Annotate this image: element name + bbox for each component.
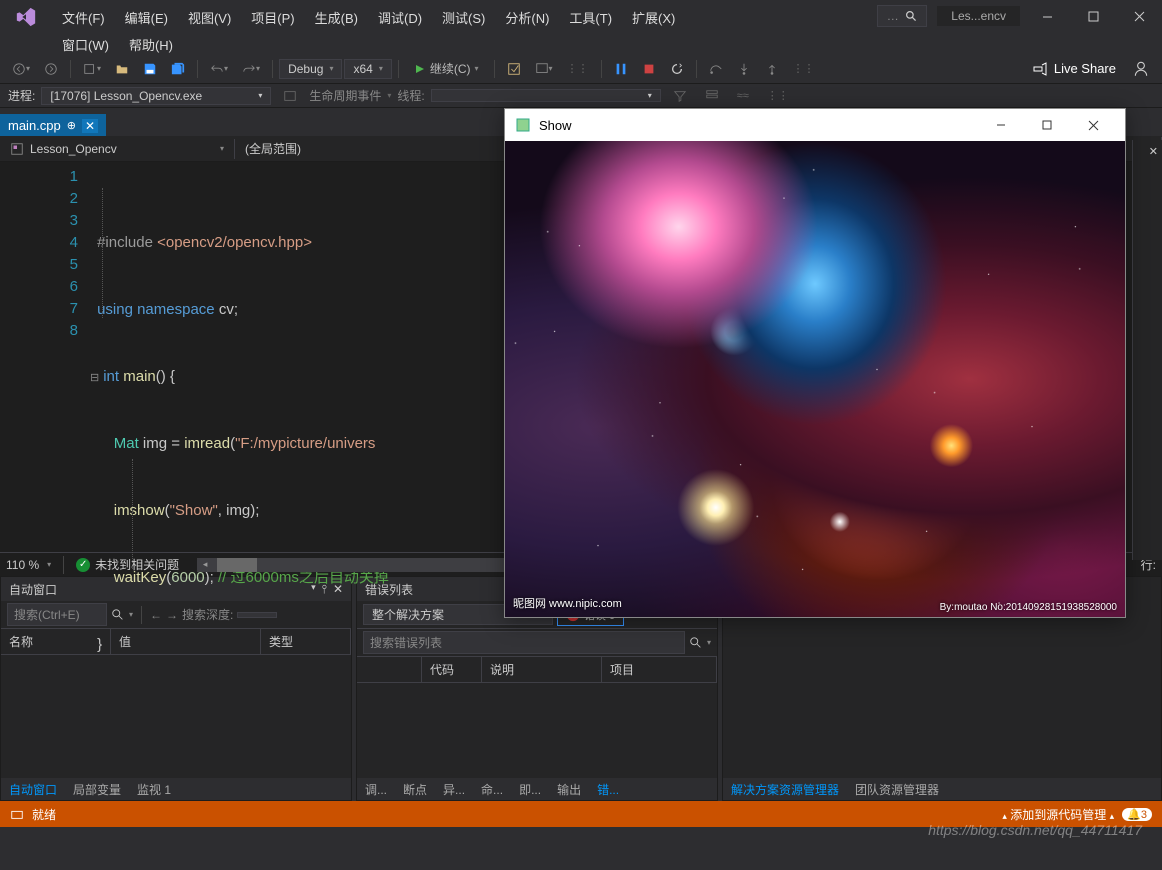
- btab-team-explorer[interactable]: 团队资源管理器: [847, 779, 947, 800]
- auto-panel-title: 自动窗口: [9, 581, 57, 598]
- menu-window[interactable]: 窗口(W): [52, 31, 119, 58]
- tool-icon-b[interactable]: ▾: [529, 59, 559, 79]
- vs-logo-icon: [6, 4, 46, 30]
- project-icon: [10, 142, 24, 156]
- config-dropdown[interactable]: Debug▾: [279, 59, 342, 79]
- process-label: 进程:: [8, 87, 35, 104]
- pause-button[interactable]: [608, 59, 634, 79]
- close-button[interactable]: [1116, 2, 1162, 30]
- btab-watch[interactable]: 监视 1: [129, 779, 179, 800]
- btab-a[interactable]: 调...: [357, 779, 395, 800]
- tool-icon-c[interactable]: ⋮⋮: [561, 59, 595, 78]
- watermark-text: https://blog.csdn.net/qq_44711417: [928, 822, 1142, 838]
- menu-edit[interactable]: 编辑(E): [115, 4, 178, 31]
- btab-d[interactable]: 命...: [473, 779, 511, 800]
- menu-extensions[interactable]: 扩展(X): [622, 4, 685, 31]
- fold-icon[interactable]: ⊟: [90, 372, 103, 384]
- btab-auto[interactable]: 自动窗口: [1, 779, 65, 800]
- right-sidebar[interactable]: [1132, 140, 1162, 560]
- notification-badge[interactable]: 🔔3: [1122, 808, 1152, 821]
- zoom-level[interactable]: 110 %: [6, 558, 39, 572]
- step-into-icon[interactable]: [731, 59, 757, 79]
- menu-tools[interactable]: 工具(T): [559, 4, 622, 31]
- menu-project[interactable]: 项目(P): [241, 4, 304, 31]
- btab-solution-explorer[interactable]: 解决方案资源管理器: [723, 779, 847, 800]
- user-icon[interactable]: [1126, 57, 1156, 81]
- ellipsis-icon: …: [887, 9, 899, 23]
- status-ready: 就绪: [32, 806, 56, 823]
- save-all-icon[interactable]: [165, 59, 191, 79]
- tool-icon-a[interactable]: [501, 59, 527, 79]
- menu-test[interactable]: 测试(S): [432, 4, 495, 31]
- menu-build[interactable]: 生成(B): [305, 4, 368, 31]
- overflow-icon[interactable]: ⋮⋮: [761, 86, 795, 105]
- waves-icon[interactable]: ≈≈: [731, 87, 755, 105]
- lifecycle-label: 生命周期事件: [309, 87, 381, 104]
- nav-fwd-button[interactable]: [38, 59, 64, 79]
- quick-search[interactable]: …: [877, 5, 927, 27]
- window-icon: [515, 117, 531, 133]
- image-caption: By:moutao No:20140928151938528000: [940, 602, 1117, 613]
- save-icon[interactable]: [137, 59, 163, 79]
- redo-icon[interactable]: ▾: [236, 59, 266, 79]
- btab-locals[interactable]: 局部变量: [65, 779, 129, 800]
- continue-button[interactable]: 继续(C)▾: [405, 57, 488, 80]
- maximize-button[interactable]: [1070, 2, 1116, 30]
- image-content: 昵图网 www.nipic.com By:moutao No:201409281…: [505, 141, 1125, 617]
- menu-file[interactable]: 文件(F): [52, 4, 115, 31]
- nav-project-dropdown[interactable]: Lesson_Opencv▾: [0, 139, 235, 159]
- open-icon[interactable]: [109, 59, 135, 79]
- btab-e[interactable]: 即...: [511, 779, 549, 800]
- stop-button[interactable]: [636, 59, 662, 79]
- platform-dropdown[interactable]: x64▾: [344, 59, 391, 79]
- menu-view[interactable]: 视图(V): [178, 4, 241, 31]
- step-out-icon[interactable]: [759, 59, 785, 79]
- lifecycle-icon[interactable]: [277, 86, 303, 106]
- live-share-button[interactable]: Live Share: [1024, 61, 1124, 77]
- menu-debug[interactable]: 调试(D): [368, 4, 432, 31]
- line-gutter: 1 2 3 4 5 6 7 8: [0, 162, 90, 552]
- stack-icon[interactable]: [699, 86, 725, 106]
- zoom-arrow-icon[interactable]: ▾: [47, 560, 51, 569]
- tab-close-icon[interactable]: ✕: [82, 119, 98, 133]
- title-project-tab: Les...encv: [937, 6, 1020, 26]
- menu-help[interactable]: 帮助(H): [119, 31, 183, 58]
- popup-close-button[interactable]: [1071, 111, 1115, 139]
- thread-dropdown[interactable]: ▾: [431, 89, 661, 102]
- btab-f[interactable]: 输出: [549, 779, 589, 800]
- document-tab[interactable]: main.cpp ⊕ ✕: [0, 114, 106, 136]
- step-over-icon[interactable]: [703, 59, 729, 79]
- filter-icon[interactable]: [667, 86, 693, 106]
- thread-label: 线程:: [397, 87, 424, 104]
- image-source-logo: 昵图网 www.nipic.com: [513, 595, 622, 611]
- popup-title: Show: [539, 118, 572, 133]
- minimize-button[interactable]: [1024, 2, 1070, 30]
- status-icon: [10, 807, 24, 821]
- restart-button[interactable]: [664, 59, 690, 79]
- btab-g[interactable]: 错...: [589, 779, 627, 800]
- menu-analyze[interactable]: 分析(N): [495, 4, 559, 31]
- pin-icon[interactable]: ⊕: [67, 119, 76, 132]
- show-window[interactable]: Show 昵图网 www.nipic.com By:moutao No:2014…: [504, 108, 1126, 618]
- popup-minimize-button[interactable]: [979, 111, 1023, 139]
- scm-button[interactable]: ▴ 添加到源代码管理 ▴: [1002, 806, 1114, 823]
- tool-icon-d[interactable]: ⋮⋮: [787, 59, 821, 78]
- new-item-icon[interactable]: ▾: [77, 59, 107, 79]
- btab-b[interactable]: 断点: [395, 779, 435, 800]
- btab-c[interactable]: 异...: [435, 779, 473, 800]
- undo-icon[interactable]: ▾: [204, 59, 234, 79]
- check-icon: ✓: [76, 558, 90, 572]
- popup-maximize-button[interactable]: [1025, 111, 1069, 139]
- process-dropdown[interactable]: [17076] Lesson_Opencv.exe▾: [41, 87, 271, 105]
- sidebar-close-icon[interactable]: ✕: [1149, 145, 1158, 158]
- search-icon: [905, 10, 918, 23]
- nav-back-button[interactable]: ▾: [6, 59, 36, 79]
- share-icon: [1032, 61, 1048, 77]
